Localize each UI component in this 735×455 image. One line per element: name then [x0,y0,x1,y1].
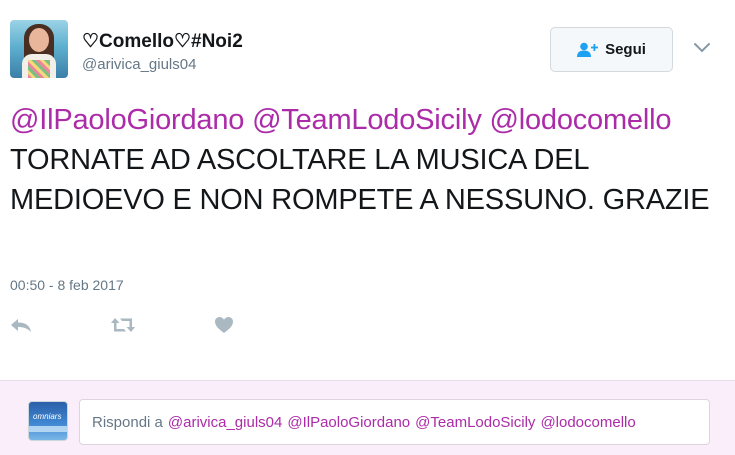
avatar-face [29,28,49,52]
reply-input[interactable]: Rispondi a @arivica_giuls04 @IlPaoloGior… [79,399,710,445]
reply-mention: @lodocomello [540,413,636,431]
follow-button[interactable]: Segui [550,27,673,72]
like-button[interactable] [214,316,234,338]
author-avatar[interactable] [10,20,68,78]
retweet-button[interactable] [110,316,136,338]
reply-icon [10,317,32,338]
reply-button[interactable] [10,316,32,338]
reply-mention: @IlPaoloGiordano [287,413,411,431]
chevron-down-icon[interactable] [692,40,712,56]
heart-icon [214,316,234,339]
add-user-icon [577,42,599,58]
current-user-avatar: omniars [28,401,68,441]
tweet-body: TORNATE AD ASCOLTARE LA MUSICA DEL MEDIO… [10,144,710,216]
mention-link[interactable]: @lodocomello [489,104,671,136]
tweet-timestamp[interactable]: 00:50 - 8 feb 2017 [10,277,124,293]
author-handle[interactable]: @arivica_giuls04 [82,56,196,73]
reply-prefix: Rispondi a [92,413,163,431]
mention-link[interactable]: @TeamLodoSicily [252,104,482,136]
avatar-logo-text: omniars [33,412,62,421]
reply-mention: @arivica_giuls04 [167,413,283,431]
avatar-dress [28,60,50,78]
reply-mention: @TeamLodoSicily [415,413,536,431]
tweet-card: ♡Comello♡#Noi2 @arivica_giuls04 Segui @I… [0,0,735,380]
avatar-stripe [29,426,67,432]
retweet-icon [110,317,136,338]
follow-button-label: Segui [605,41,646,58]
reply-area: omniars Rispondi a @arivica_giuls04 @IlP… [0,380,735,455]
author-name[interactable]: ♡Comello♡#Noi2 [82,30,243,53]
tweet-text: @IlPaoloGiordano @TeamLodoSicily @lodoco… [10,100,715,220]
mention-link[interactable]: @IlPaoloGiordano [10,104,244,136]
